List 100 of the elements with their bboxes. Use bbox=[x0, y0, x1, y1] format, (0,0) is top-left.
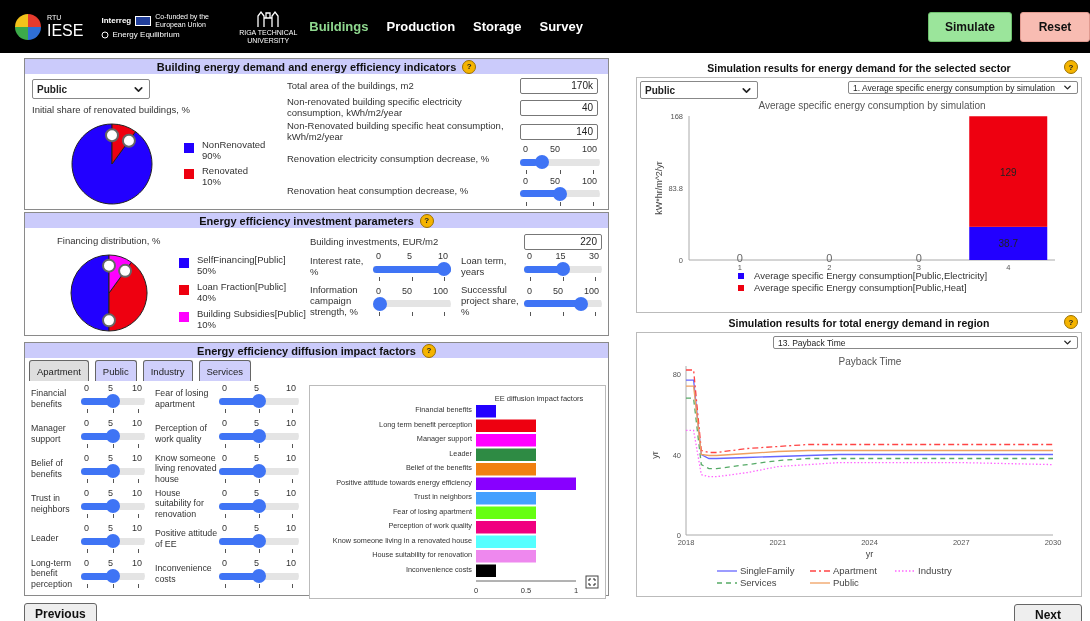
slider-track[interactable] bbox=[219, 569, 299, 583]
help-icon[interactable]: ? bbox=[1064, 315, 1078, 329]
slice-handle[interactable] bbox=[105, 128, 119, 143]
slider-track[interactable] bbox=[81, 394, 145, 408]
slider-track[interactable] bbox=[81, 499, 145, 513]
slider-label: Interest rate, % bbox=[310, 255, 365, 278]
tick-label: 0 bbox=[84, 419, 89, 428]
slider-track[interactable] bbox=[524, 262, 602, 276]
bar bbox=[476, 521, 536, 534]
tick-label: 5 bbox=[254, 384, 259, 393]
tick-mark bbox=[292, 549, 293, 553]
bar bbox=[476, 492, 536, 505]
tick-label: 10 bbox=[131, 454, 142, 463]
help-icon[interactable]: ? bbox=[1064, 60, 1078, 74]
bar bbox=[476, 448, 536, 461]
legend-value: 40% bbox=[197, 292, 217, 304]
sector-tab[interactable]: Industry bbox=[142, 360, 193, 381]
slider-thumb[interactable] bbox=[252, 499, 266, 513]
sector-tab[interactable]: Apartment bbox=[29, 360, 89, 381]
slider-thumb[interactable] bbox=[252, 534, 266, 548]
input-field[interactable]: 170k bbox=[520, 78, 598, 95]
slice-handle[interactable] bbox=[102, 258, 116, 273]
slider-track[interactable] bbox=[81, 464, 145, 478]
legend-value: 50% bbox=[197, 266, 217, 277]
slider-thumb[interactable] bbox=[373, 296, 387, 311]
slider-thumb[interactable] bbox=[106, 394, 120, 408]
field-label: Building investments, EUR/m2 bbox=[310, 236, 439, 248]
tick-mark bbox=[258, 549, 260, 553]
value-label: 38.7 bbox=[998, 238, 1018, 250]
legend-label: Building Subsidies[Public] bbox=[197, 308, 306, 320]
input-field[interactable]: 140 bbox=[520, 123, 598, 140]
slider-track[interactable] bbox=[219, 534, 299, 548]
expand-icon[interactable] bbox=[585, 575, 599, 589]
action-button[interactable]: Reset bbox=[1020, 11, 1090, 42]
nav-tab[interactable]: Storage bbox=[473, 19, 522, 34]
slider-track[interactable] bbox=[81, 534, 145, 548]
tick-label: 5 bbox=[108, 419, 113, 428]
panel-title: Energy efficiency diffusion impact factors bbox=[197, 344, 416, 357]
logo-text: Energy Equilibrium bbox=[112, 30, 180, 40]
tick-mark bbox=[562, 277, 564, 281]
nav-tab[interactable]: Survey bbox=[539, 19, 583, 34]
tick-label: 0 bbox=[84, 454, 89, 463]
slider-thumb[interactable] bbox=[106, 464, 120, 478]
tick-label: 5 bbox=[254, 559, 259, 568]
sector-tab[interactable]: Services bbox=[198, 360, 251, 381]
tick-mark bbox=[595, 277, 596, 281]
slider-thumb[interactable] bbox=[252, 429, 266, 443]
slice-handle[interactable] bbox=[121, 133, 136, 148]
legend-value: 90% bbox=[202, 150, 222, 162]
dropdown[interactable]: Public bbox=[640, 81, 758, 99]
slider-thumb[interactable] bbox=[106, 499, 120, 513]
tick-mark bbox=[87, 549, 88, 553]
slider-thumb[interactable] bbox=[252, 464, 266, 478]
tick-mark bbox=[225, 549, 226, 553]
slider-thumb[interactable] bbox=[556, 262, 570, 276]
slice-handle[interactable] bbox=[102, 313, 116, 328]
tick-label: 0 bbox=[84, 489, 89, 498]
tick-mark bbox=[225, 584, 226, 588]
slider-thumb[interactable] bbox=[573, 296, 588, 311]
tick-label: 0 bbox=[222, 419, 227, 428]
previous-button[interactable]: Previous bbox=[24, 603, 97, 621]
dropdown[interactable]: 1. Average specific energy consumption by simulation bbox=[848, 81, 1078, 94]
next-button[interactable]: Next bbox=[1014, 604, 1082, 621]
dropdown[interactable]: Public bbox=[32, 79, 150, 99]
help-icon[interactable]: ? bbox=[462, 59, 477, 74]
slider-track[interactable] bbox=[219, 499, 299, 513]
input-field[interactable]: 220 bbox=[524, 234, 602, 250]
slider-thumb[interactable] bbox=[106, 429, 120, 443]
slider-label: Fear of losing apartment bbox=[155, 388, 210, 409]
bar bbox=[476, 434, 536, 447]
chevron-down-icon bbox=[1062, 337, 1073, 348]
action-button[interactable]: Simulate bbox=[928, 11, 1012, 42]
slider-label: Renovation heat consumption decrease, % bbox=[287, 185, 470, 197]
tick-label: 15 bbox=[555, 252, 566, 261]
input-field[interactable]: 40 bbox=[520, 99, 598, 116]
help-icon[interactable]: ? bbox=[419, 213, 434, 228]
slider-track[interactable] bbox=[219, 394, 299, 408]
tick-label: 10 bbox=[285, 524, 296, 533]
slider-thumb[interactable] bbox=[106, 569, 120, 583]
slider-track[interactable] bbox=[219, 429, 299, 443]
tick-label: 100 bbox=[581, 145, 597, 155]
slider-thumb[interactable] bbox=[252, 569, 266, 583]
tick-mark bbox=[112, 444, 114, 448]
sector-tab[interactable]: Public bbox=[94, 360, 137, 381]
nav-tab[interactable]: Buildings bbox=[309, 19, 369, 34]
tick-mark bbox=[87, 514, 88, 518]
legend-label: Services bbox=[740, 577, 777, 588]
slider-track[interactable] bbox=[81, 429, 145, 443]
dropdown[interactable]: 13. Payback Time bbox=[773, 336, 1078, 349]
tick-mark bbox=[526, 170, 527, 175]
help-icon[interactable]: ? bbox=[421, 343, 436, 358]
slider-track[interactable] bbox=[219, 464, 299, 478]
slider-thumb[interactable] bbox=[437, 262, 451, 276]
slider-track[interactable] bbox=[81, 569, 145, 583]
slider-thumb[interactable] bbox=[252, 394, 266, 408]
slider-thumb[interactable] bbox=[553, 186, 567, 201]
slider-thumb[interactable] bbox=[534, 155, 549, 170]
slice-handle[interactable] bbox=[118, 263, 133, 278]
slider-thumb[interactable] bbox=[106, 534, 120, 548]
nav-tab[interactable]: Production bbox=[386, 19, 456, 34]
